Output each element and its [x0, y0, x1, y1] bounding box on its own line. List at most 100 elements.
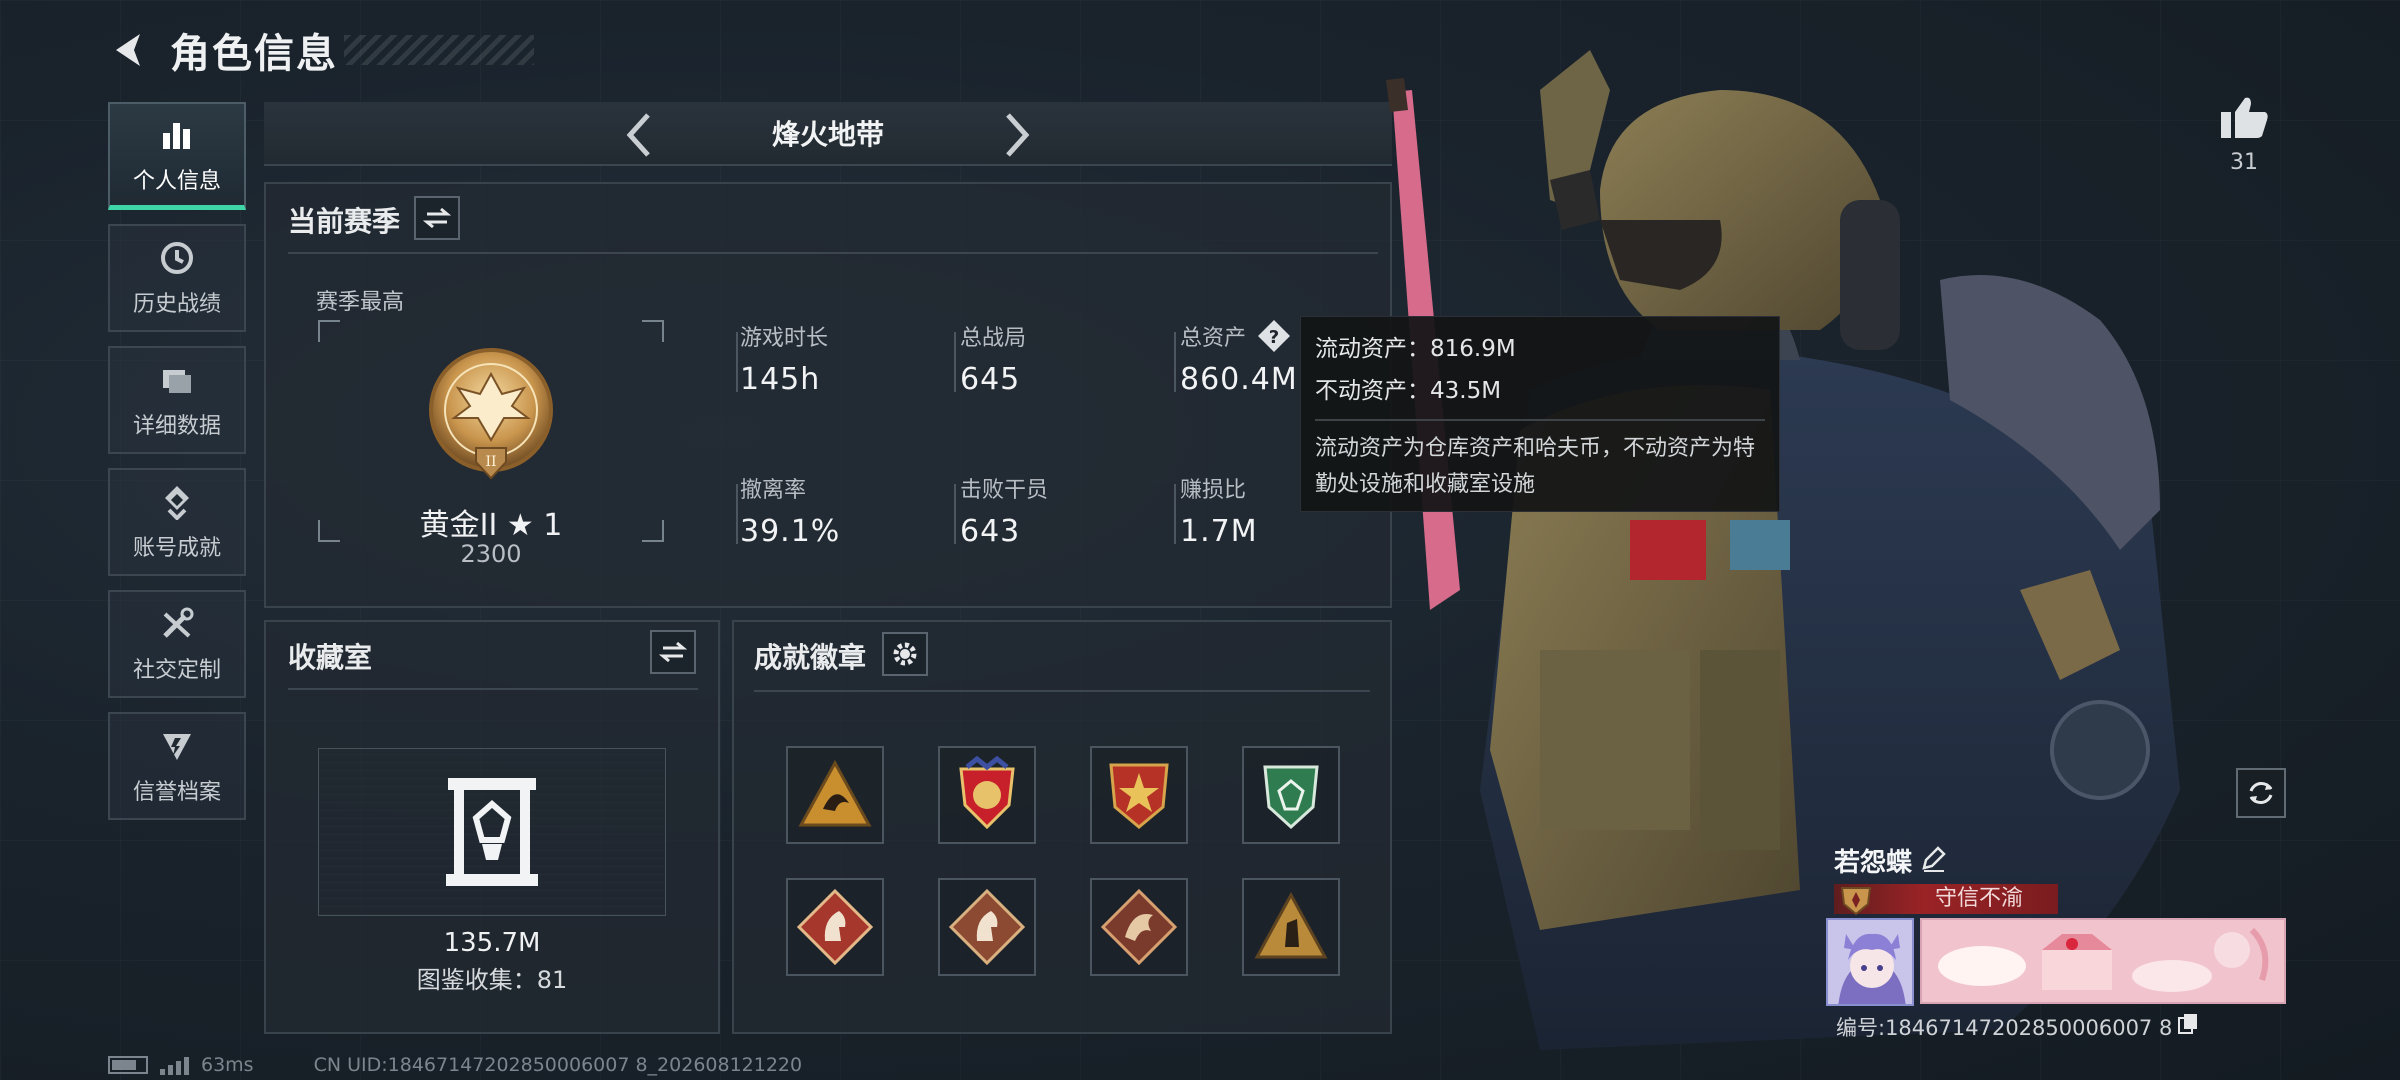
title-tag-text: 守信不渝 [1934, 886, 2023, 911]
tools-icon [157, 604, 197, 644]
mode-next-button[interactable] [994, 110, 1040, 160]
bar-chart-icon [157, 115, 197, 155]
sidebar-item-label: 个人信息 [132, 168, 221, 194]
chevron-right-icon [1006, 113, 1030, 157]
page-title: 角色信息 [170, 31, 338, 77]
stat-value: 39.1% [740, 514, 841, 549]
tooltip-divider [1315, 419, 1765, 421]
thumbs-up-icon [2221, 97, 2268, 138]
stat-value: 860.4M [1180, 362, 1298, 397]
display-case-icon [446, 778, 538, 886]
horse-diamond-icon [948, 888, 1026, 966]
sidebar-item-label: 详细数据 [132, 414, 221, 439]
horse-diamond-icon [796, 888, 874, 966]
badge-star-shield-emblem[interactable] [1090, 746, 1188, 844]
tooltip-description: 流动资产为仓库资产和哈夫币，不动资产为特勤处设施和收藏室设施 [1315, 436, 1756, 497]
stat-label: 击败干员 [960, 478, 1049, 503]
shield-stars-icon [959, 755, 1015, 830]
sidebar-item-profile[interactable]: 个人信息 [108, 102, 246, 210]
mode-selector: 烽火地带 [264, 102, 1392, 166]
gold-rank-emblem-icon: II [429, 348, 553, 480]
stat-separator [1174, 484, 1176, 544]
profile-banner[interactable] [1920, 918, 2286, 1004]
avatar-image [1828, 920, 1912, 1004]
ping-value: 63ms [201, 1054, 254, 1076]
season-highest-label: 赛季最高 [316, 290, 405, 315]
panel-divider [288, 252, 1378, 254]
assets-tooltip: 流动资产：816.9M 不动资产：43.5M 流动资产为仓库资产和哈夫币，不动资… [1300, 316, 1780, 512]
collection-title: 收藏室 [288, 641, 373, 674]
stat-extraction-rate: 撤离率 39.1% [740, 472, 840, 549]
badge-horse-diamond-red[interactable] [786, 878, 884, 976]
season-switch-button[interactable] [414, 196, 460, 240]
stat-separator [736, 332, 738, 392]
panel-divider [754, 690, 1370, 692]
sidebar-item-credit[interactable]: 信誉档案 [108, 712, 246, 820]
rank-score: 2300 [460, 540, 522, 568]
stat-separator [954, 332, 956, 392]
status-footer: 63ms CN UID:18467147202850006007 8_20260… [108, 1054, 802, 1076]
sidebar-item-achievements[interactable]: 账号成就 [108, 468, 246, 576]
sidebar-item-details[interactable]: 详细数据 [108, 346, 246, 454]
like-button[interactable]: 31 [2216, 94, 2272, 175]
stat-label: 赚损比 [1180, 478, 1247, 503]
title-decoration [344, 35, 534, 65]
folder-icon [157, 360, 197, 400]
collection-count: 图鉴收集：81 [416, 966, 568, 994]
uid-text: CN UID:18467147202850006007 8_2026081212… [313, 1054, 803, 1076]
sidebar: 个人信息 历史战绩 详细数据 账号成就 社交定制 信誉档案 [108, 102, 246, 834]
badge-triangle-emblem-gold[interactable] [786, 746, 884, 844]
badge-settings-button[interactable] [882, 632, 928, 676]
stat-operators-defeated: 击败干员 643 [960, 472, 1048, 549]
title-emblem-icon [1840, 887, 1872, 916]
sidebar-item-social[interactable]: 社交定制 [108, 590, 246, 698]
tooltip-fixed-assets: 不动资产：43.5M [1315, 378, 1502, 404]
badges-title: 成就徽章 [754, 641, 867, 674]
svg-text:?: ? [1269, 327, 1279, 348]
signal-icon [160, 1055, 189, 1075]
collection-switch-button[interactable] [650, 630, 696, 674]
badge-shield-emblem-stars[interactable] [938, 746, 1036, 844]
svg-text:II: II [485, 454, 496, 470]
sidebar-item-label: 信誉档案 [132, 780, 221, 805]
player-name: 若怨蝶 [1834, 848, 1913, 878]
stat-value: 1.7M [1180, 514, 1258, 549]
swap-icon [423, 207, 451, 229]
badge-dragon-diamond[interactable] [1090, 878, 1188, 976]
mode-prev-button[interactable] [616, 110, 662, 160]
collection-value: 135.7M [443, 928, 541, 958]
credit-shield-icon [157, 726, 197, 766]
stat-separator [1174, 332, 1176, 392]
badge-horse-diamond-brown[interactable] [938, 878, 1036, 976]
triangle-emblem-icon [798, 759, 872, 827]
frame-corner [642, 320, 664, 342]
stat-label: 撤离率 [740, 478, 807, 503]
refresh-button[interactable] [2236, 768, 2286, 818]
sidebar-item-history[interactable]: 历史战绩 [108, 224, 246, 332]
stat-label: 游戏时长 [740, 326, 829, 351]
copy-icon[interactable] [2176, 1012, 2200, 1036]
like-count: 31 [2230, 150, 2258, 175]
player-id: 编号:18467147202850006007 8 [1836, 1016, 2173, 1040]
panel-divider [288, 688, 698, 690]
history-icon [157, 238, 197, 278]
help-icon[interactable]: ? [1256, 318, 1292, 354]
stat-total-matches: 总战局 645 [960, 320, 1026, 397]
battery-icon [108, 1056, 148, 1074]
mode-name: 烽火地带 [771, 118, 884, 151]
season-title: 当前赛季 [288, 205, 401, 238]
stat-separator [736, 484, 738, 544]
stat-profit-loss: 赚损比 1.7M [1180, 472, 1258, 549]
stat-value: 643 [960, 514, 1021, 549]
chevron-left-icon [626, 113, 650, 157]
sidebar-item-label: 历史战绩 [132, 292, 221, 317]
gear-icon [893, 642, 917, 666]
avatar[interactable] [1826, 918, 1914, 1006]
page-header: 角色信息 [108, 20, 534, 80]
edit-icon[interactable] [1918, 844, 1948, 874]
stat-value: 645 [960, 362, 1021, 397]
stat-play-time: 游戏时长 145h [740, 320, 828, 397]
back-arrow-icon [116, 34, 140, 66]
back-button[interactable] [108, 28, 152, 72]
rank-name: 黄金II ★ 1 [419, 508, 563, 543]
